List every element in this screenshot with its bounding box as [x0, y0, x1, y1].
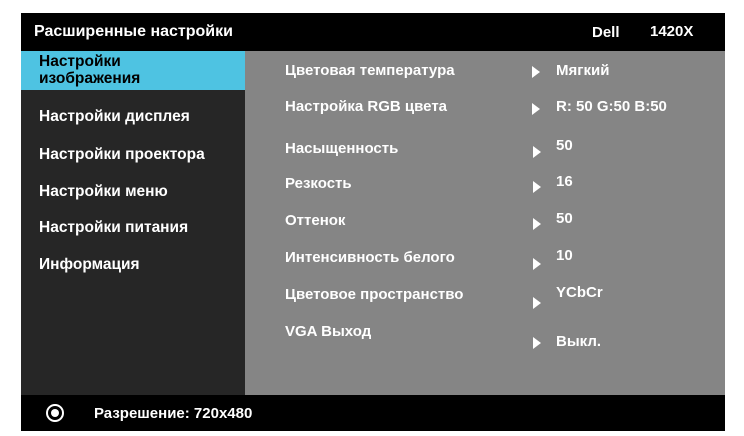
setting-label: Настройка RGB цвета — [285, 98, 448, 115]
triangle-right-icon — [532, 103, 540, 115]
setting-label: Цветовая температура — [285, 62, 455, 79]
model-label: 1420X — [650, 23, 694, 40]
setting-row-tint[interactable]: Оттенок 50 — [245, 210, 725, 238]
menu-title: Расширенные настройки — [34, 23, 233, 40]
setting-row-rgb-color[interactable]: Настройка RGB цвета R: 50 G:50 B:50 — [245, 98, 725, 124]
sidebar-item-label: Настройки питания — [39, 219, 189, 236]
sidebar-item-display-settings[interactable]: Настройки дисплея — [21, 106, 245, 130]
sidebar-item-power-settings[interactable]: Настройки питания — [21, 217, 245, 241]
sidebar-item-label: Информация — [39, 256, 140, 273]
sidebar-item-label: Настройки дисплея — [39, 108, 190, 125]
setting-label: VGA Выход — [285, 323, 372, 340]
disc-icon — [46, 404, 64, 422]
sidebar-item-label: Настройки проектора — [39, 146, 205, 163]
setting-row-vga-output[interactable]: VGA Выход Выкл. — [245, 323, 725, 350]
setting-row-sharpness[interactable]: Резкость 16 — [245, 173, 725, 201]
settings-panel: Цветовая температура Мягкий Настройка RG… — [245, 51, 725, 395]
setting-value: 16 — [556, 173, 573, 190]
sidebar-item-image-settings[interactable]: Настройки изображения — [21, 51, 245, 90]
status-bar: Разрешение: 720x480 — [21, 395, 725, 431]
setting-value: R: 50 G:50 B:50 — [556, 98, 667, 115]
brand-label: Dell — [592, 24, 620, 41]
setting-label: Резкость — [285, 175, 352, 192]
setting-value: YCbCr — [556, 284, 603, 301]
triangle-right-icon — [533, 181, 541, 193]
triangle-right-icon — [533, 218, 541, 230]
triangle-right-icon — [533, 337, 541, 349]
setting-value: Выкл. — [556, 333, 602, 350]
triangle-right-icon — [532, 66, 540, 78]
setting-value: 10 — [556, 247, 573, 264]
setting-row-color-space[interactable]: Цветовое пространство YCbCr — [245, 284, 725, 312]
setting-value: 50 — [556, 137, 573, 154]
sidebar-item-label: Настройки меню — [39, 183, 168, 200]
sidebar: Настройки изображения Настройки дисплея … — [21, 51, 245, 395]
sidebar-item-projector-settings[interactable]: Настройки проектора — [21, 144, 245, 168]
triangle-right-icon — [533, 258, 541, 270]
sidebar-item-menu-settings[interactable]: Настройки меню — [21, 181, 245, 205]
resolution-text: Разрешение: 720x480 — [94, 405, 253, 422]
setting-label: Насыщенность — [285, 140, 399, 157]
triangle-right-icon — [533, 146, 541, 158]
setting-label: Цветовое пространство — [285, 286, 464, 303]
sidebar-item-label-line1: Настройки — [39, 53, 121, 70]
sidebar-item-label-line2: изображения — [39, 70, 141, 87]
setting-value: 50 — [556, 210, 573, 227]
sidebar-item-information[interactable]: Информация — [21, 254, 245, 278]
osd-menu: Расширенные настройки Dell 1420X Настрой… — [21, 13, 725, 431]
setting-row-white-intensity[interactable]: Интенсивность белого 10 — [245, 247, 725, 275]
setting-row-color-temperature[interactable]: Цветовая температура Мягкий — [245, 62, 725, 88]
title-bar: Расширенные настройки Dell 1420X — [21, 13, 725, 51]
triangle-right-icon — [533, 297, 541, 309]
setting-label: Интенсивность белого — [285, 249, 455, 266]
setting-value: Мягкий — [556, 62, 610, 79]
setting-row-saturation[interactable]: Насыщенность 50 — [245, 137, 725, 166]
setting-label: Оттенок — [285, 212, 346, 229]
